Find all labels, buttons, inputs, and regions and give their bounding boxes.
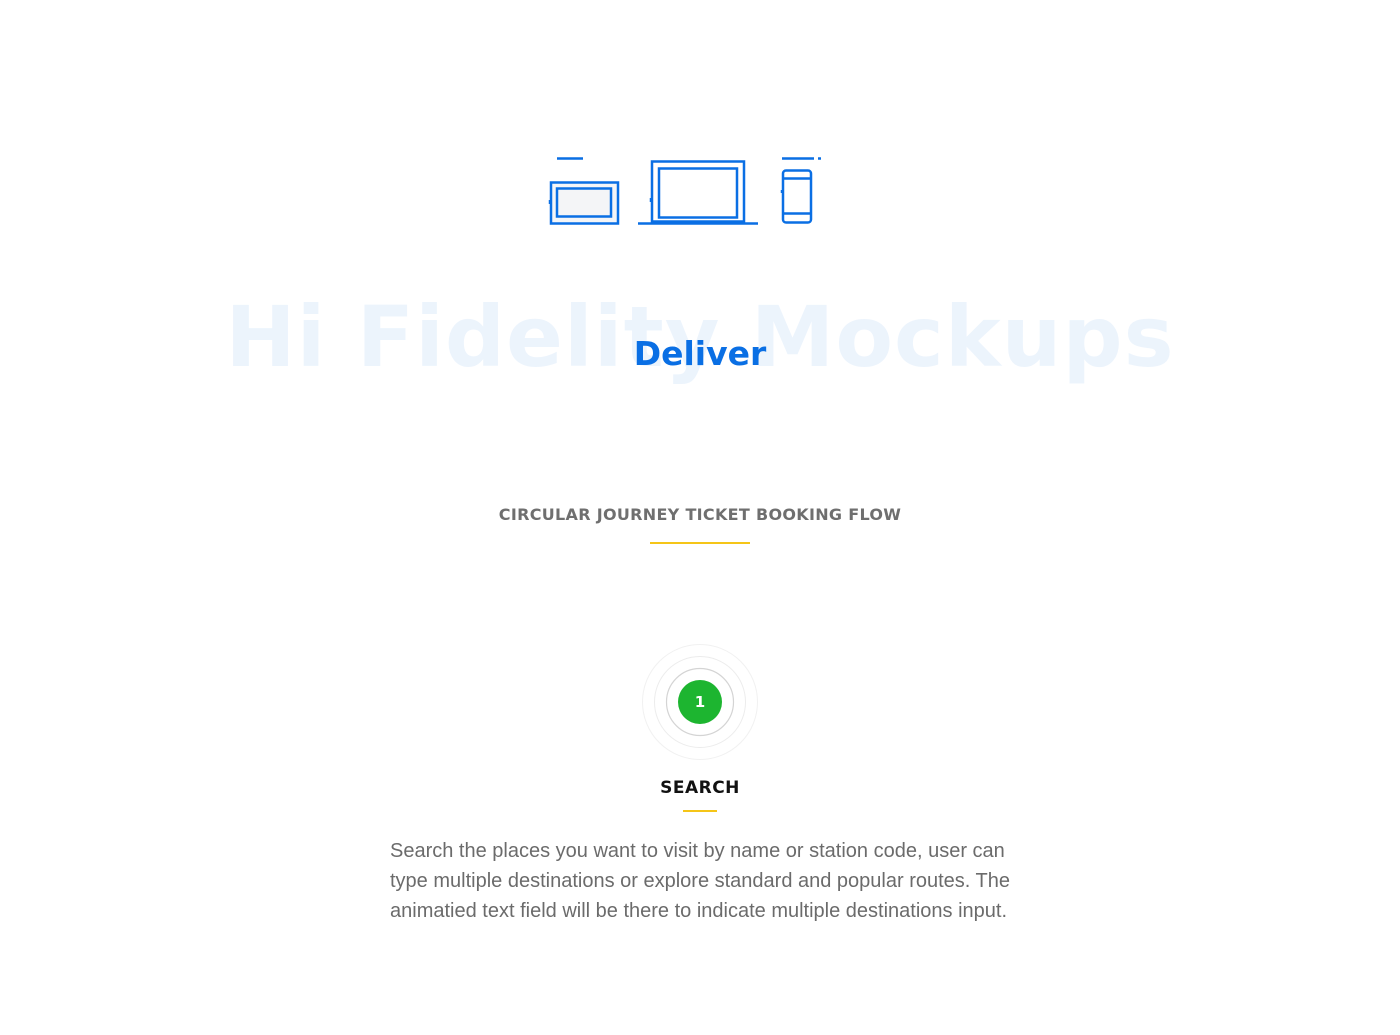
section-title: CIRCULAR JOURNEY TICKET BOOKING FLOW — [498, 505, 902, 524]
section-underline — [650, 542, 750, 544]
step-underline — [683, 810, 717, 812]
step-number: 1 — [694, 693, 706, 711]
tablet-icon — [548, 157, 620, 225]
devices-illustration — [540, 150, 830, 232]
step-title: SEARCH — [660, 778, 740, 798]
laptop-icon — [638, 160, 758, 225]
phone-icon — [780, 157, 821, 224]
page-title: Deliver — [633, 334, 767, 373]
step-description: Search the places you want to visit by n… — [390, 840, 1011, 922]
